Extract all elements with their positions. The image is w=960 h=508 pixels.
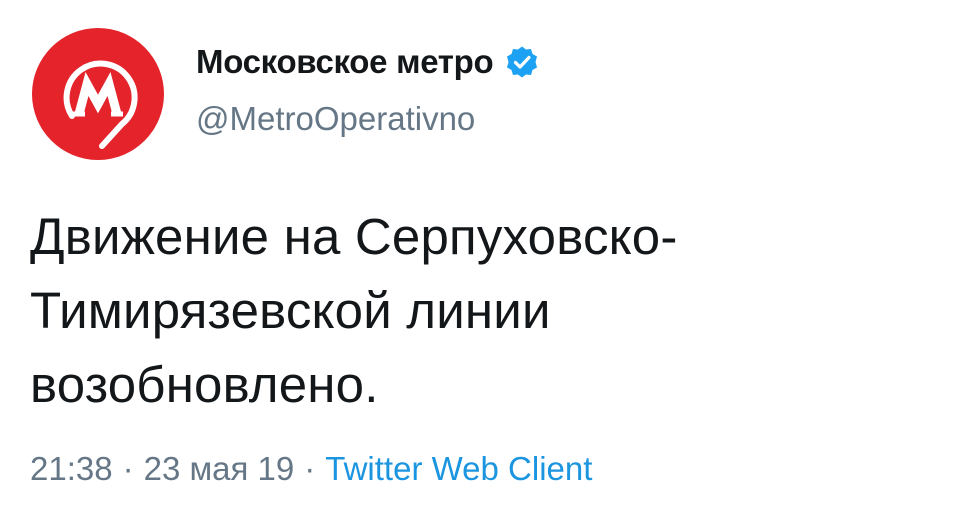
tweet-text-line: Тимирязевской линии — [30, 282, 551, 339]
author-handle[interactable]: @MetroOperativno — [196, 100, 475, 138]
separator: · — [304, 450, 316, 487]
tweet-text-line: возобновлено. — [30, 356, 379, 413]
tweet-card: Московское метро @MetroOperativno Движен… — [0, 0, 960, 508]
avatar[interactable] — [32, 28, 164, 160]
tweet-text: Движение на Серпуховско- Тимирязевской л… — [30, 200, 930, 422]
separator: · — [122, 450, 134, 487]
verified-badge-icon — [507, 46, 538, 78]
display-name[interactable]: Московское метро — [196, 43, 494, 81]
moscow-metro-logo-icon — [63, 60, 138, 149]
tweet-text-line: Движение на Серпуховско- — [30, 208, 678, 265]
tweet-time[interactable]: 21:38 — [30, 450, 113, 487]
tweet-date[interactable]: 23 мая 19 — [144, 450, 295, 487]
tweet-metadata: 21:38 · 23 мая 19 · Twitter Web Client — [30, 450, 592, 488]
client-link[interactable]: Twitter Web Client — [325, 450, 592, 487]
author-name-row: Московское метро — [196, 40, 539, 84]
